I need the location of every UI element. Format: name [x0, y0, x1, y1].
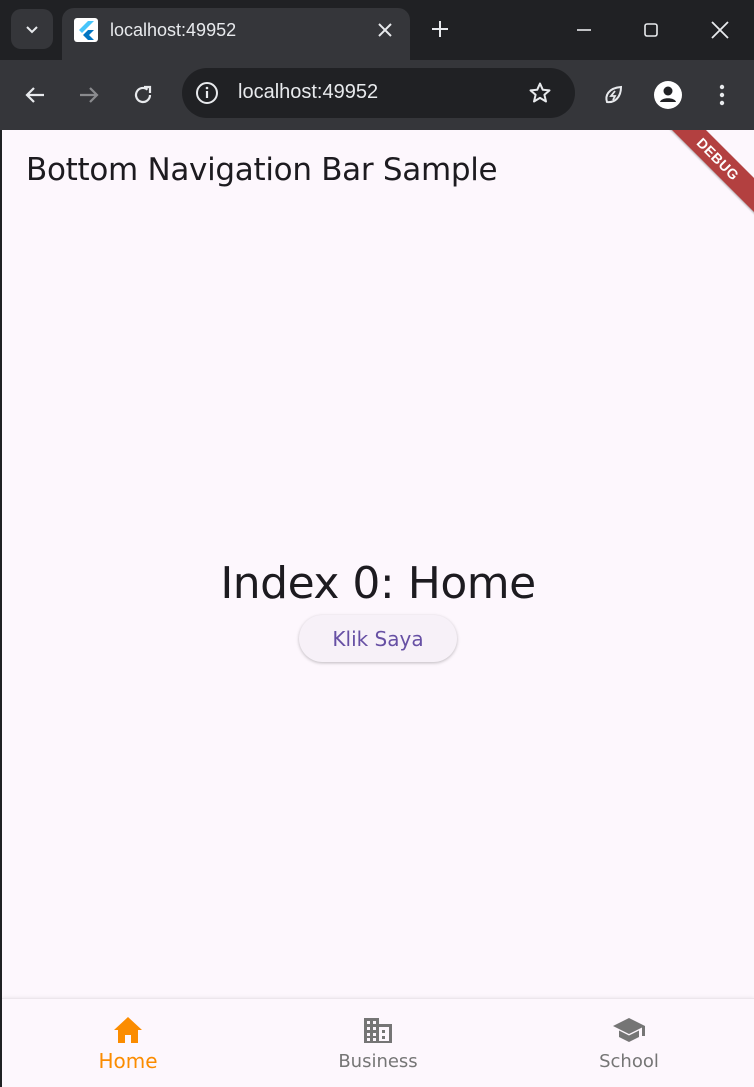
profile-avatar-icon[interactable]: [648, 75, 688, 115]
tab-close-icon[interactable]: [372, 17, 398, 43]
bookmark-star-icon[interactable]: [527, 80, 553, 106]
url-text: localhost:49952: [238, 81, 379, 103]
business-icon: [360, 1013, 396, 1047]
chevron-down-icon: [26, 26, 38, 34]
klik-saya-button[interactable]: Klik Saya: [299, 615, 457, 662]
browser-tab[interactable]: localhost:49952: [62, 8, 410, 60]
new-tab-icon[interactable]: [424, 13, 456, 45]
back-arrow-icon[interactable]: [15, 75, 55, 115]
maximize-icon[interactable]: [631, 10, 671, 50]
nav-label-home: Home: [98, 1049, 158, 1073]
app-viewport: Bottom Navigation Bar Sample DEBUG Index…: [2, 130, 754, 1087]
selected-index-label: Index 0: Home: [220, 558, 536, 609]
nav-label-school: School: [599, 1051, 659, 1072]
debug-banner: DEBUG: [652, 130, 754, 225]
home-icon: [110, 1013, 146, 1047]
reload-icon[interactable]: [123, 75, 163, 115]
bottom-navigation-bar: Home Business School: [2, 998, 754, 1087]
nav-item-school[interactable]: School: [504, 999, 754, 1087]
forward-arrow-icon[interactable]: [69, 75, 109, 115]
address-bar[interactable]: localhost:49952: [182, 68, 575, 118]
site-info-icon[interactable]: [194, 80, 220, 106]
more-menu-icon[interactable]: [702, 75, 742, 115]
flutter-favicon-icon: [74, 18, 98, 42]
school-icon: [611, 1013, 647, 1047]
minimize-icon[interactable]: [564, 10, 604, 50]
performance-leaf-icon[interactable]: [594, 75, 634, 115]
app-bar-title: Bottom Navigation Bar Sample: [26, 152, 498, 188]
nav-item-home[interactable]: Home: [3, 999, 253, 1087]
tab-title: localhost:49952: [110, 20, 237, 40]
browser-tab-strip: localhost:49952: [0, 0, 754, 60]
window-close-icon[interactable]: [700, 10, 740, 50]
body-content: Index 0: Home Klik Saya: [2, 558, 754, 662]
nav-item-business[interactable]: Business: [253, 999, 503, 1087]
debug-banner-label: DEBUG: [693, 134, 743, 184]
browser-toolbar: localhost:49952: [0, 60, 754, 130]
nav-label-business: Business: [338, 1051, 418, 1072]
tab-search-button[interactable]: [11, 9, 53, 49]
